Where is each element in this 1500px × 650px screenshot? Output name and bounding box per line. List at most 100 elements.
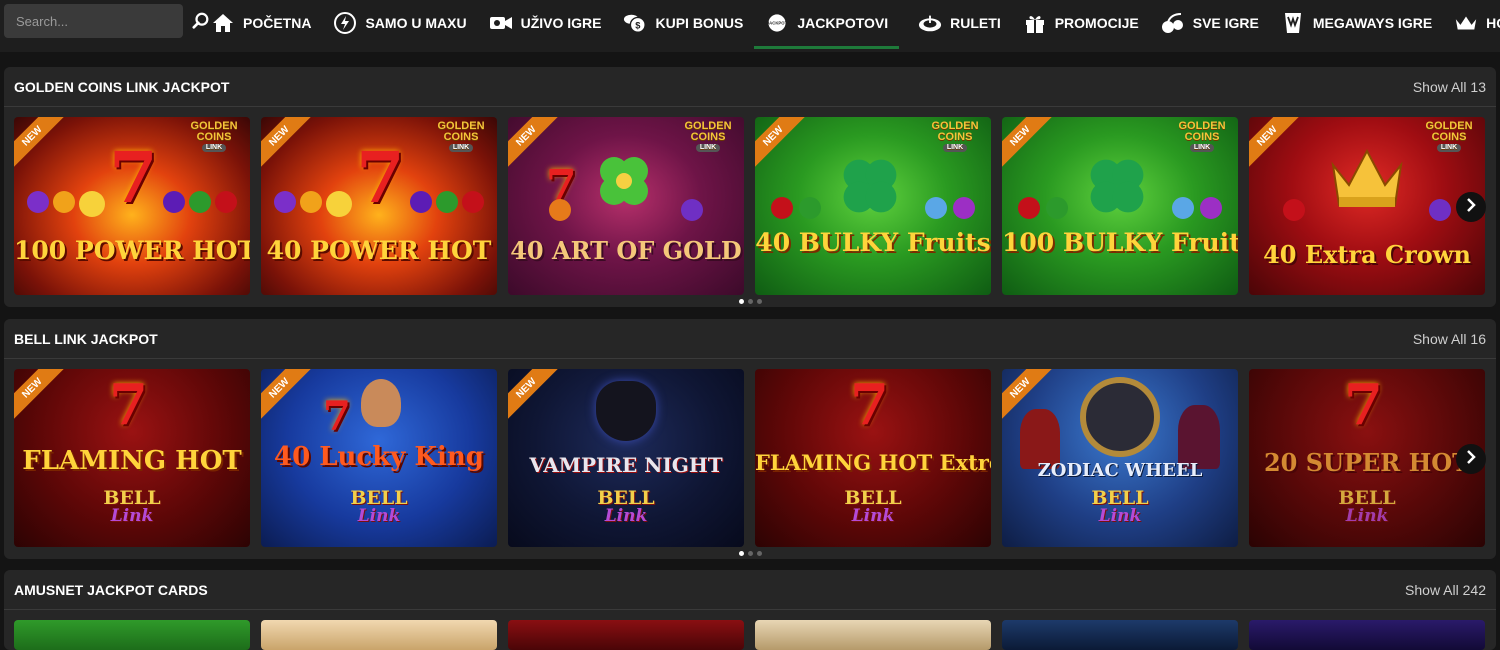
nav-item-hold[interactable]: HOLD (1443, 0, 1500, 46)
seven-symbol: 7 (323, 393, 351, 440)
game-card[interactable]: 7 40 ART OF GOLD NEW GOLDEN COINS LINK (508, 117, 744, 295)
golden-coins-logo: GOLDEN COINS LINK (931, 120, 979, 152)
pagination-dot[interactable] (738, 551, 744, 556)
cherry-icon (1161, 11, 1185, 35)
section-amusnet-jackpot-cards: AMUSNET JACKPOT CARDS Show All 242 (4, 570, 1496, 650)
game-title: 20 SUPER HOT (1263, 448, 1471, 477)
nav-item-ruleti[interactable]: RULETI (907, 0, 1012, 46)
golden-coins-logo: GOLDEN COINS LINK (1178, 120, 1226, 152)
game-card[interactable] (14, 620, 250, 650)
game-title: FLAMING HOT Extreme (755, 450, 991, 475)
pagination-dot[interactable] (747, 299, 753, 304)
golden-coins-logo: GOLDEN COINS LINK (684, 120, 732, 152)
nav-label: KUPI BONUS (655, 15, 744, 31)
section-bell-link-jackpot: BELL LINK JACKPOT Show All 16 7 FLAMING … (4, 319, 1496, 559)
fruit-symbols (755, 197, 991, 219)
fruit-symbols (1249, 199, 1485, 221)
game-card[interactable]: 7 FLAMING HOT Extreme BELLLink (755, 369, 991, 547)
fruit-symbols (14, 191, 250, 217)
nav-item-megaways-igre[interactable]: MEGAWAYS IGRE (1270, 0, 1443, 46)
fruit-symbols (1002, 197, 1238, 219)
nav-item-jackpotovi[interactable]: JACKPOT JACKPOTOVI (754, 0, 899, 49)
lightning-icon (333, 11, 357, 35)
game-title: 40 ART OF GOLD (510, 236, 742, 265)
show-all-link[interactable]: Show All 16 (1413, 331, 1486, 347)
bell-link-logo: BELL Link (1338, 487, 1396, 526)
pagination-dot[interactable] (738, 299, 744, 304)
carousel-pagination (4, 551, 1496, 556)
coins-icon: $ (623, 11, 647, 35)
game-title: 40 Lucky King (274, 442, 484, 472)
game-card[interactable]: 7 40 POWER HOT NEW GOLDEN COINS LINK (261, 117, 497, 295)
bell-link-logo: BELL Link (844, 487, 902, 526)
search-box (4, 4, 209, 38)
roulette-icon (918, 11, 942, 35)
game-card[interactable]: VAMPIRE NIGHT BELL Link NEW (508, 369, 744, 547)
game-title: 40 BULKY Fruits (755, 228, 991, 257)
game-card[interactable]: 7 100 POWER HOT NEW GOLDEN COINS LINK (14, 117, 250, 295)
megaways-icon (1281, 11, 1305, 35)
king-portrait (361, 379, 401, 427)
nav-label: SAMO U MAXU (365, 15, 467, 31)
game-card[interactable]: 40 Extra Crown NEW GOLDEN COINS LINK (1249, 117, 1485, 295)
seven-symbol: 7 (1344, 372, 1383, 438)
search-input[interactable] (4, 13, 192, 29)
nav-item-samo-u-maxu[interactable]: SAMO U MAXU (322, 0, 477, 46)
nav-label: MEGAWAYS IGRE (1312, 15, 1433, 31)
nav-label: JACKPOTOVI (797, 15, 889, 31)
game-carousel (14, 620, 1485, 650)
chevron-right-icon (1465, 197, 1477, 217)
seven-symbol: 7 (109, 372, 148, 438)
game-card[interactable] (261, 620, 497, 650)
bell-link-logo: BELL Link (1091, 487, 1149, 526)
section-header: GOLDEN COINS LINK JACKPOT Show All 13 (4, 67, 1496, 107)
game-card[interactable] (508, 620, 744, 650)
seven-symbol: 7 (850, 372, 889, 438)
nav-label: UŽIVO IGRE (520, 15, 602, 31)
bell-link-logo: BELL Link (350, 487, 408, 526)
show-all-link[interactable]: Show All 13 (1413, 79, 1486, 95)
game-title: FLAMING HOT (22, 446, 242, 476)
main-nav: POČETNA SAMO U MAXU UŽIVO IGRE $ KUPI BO… (200, 0, 1500, 49)
game-title: 40 Extra Crown (1263, 240, 1471, 269)
section-title: GOLDEN COINS LINK JACKPOT (14, 78, 230, 95)
pagination-dot[interactable] (747, 551, 753, 556)
game-card[interactable]: 40 BULKY Fruits NEW GOLDEN COINS LINK (755, 117, 991, 295)
crown-icon (1454, 11, 1478, 35)
game-card[interactable] (1002, 620, 1238, 650)
game-card[interactable]: 7 40 Lucky King BELL Link NEW (261, 369, 497, 547)
section-golden-coins-link-jackpot: GOLDEN COINS LINK JACKPOT Show All 13 7 … (4, 67, 1496, 307)
nav-item-promocije[interactable]: PROMOCIJE (1012, 0, 1150, 46)
nav-item-pocetna[interactable]: POČETNA (200, 0, 322, 46)
nav-item-uzivo-igre[interactable]: UŽIVO IGRE (478, 0, 613, 46)
fruit-symbols (508, 199, 744, 221)
game-title: 40 POWER HOT (266, 236, 492, 265)
golden-coins-logo: GOLDEN COINS LINK (1425, 120, 1473, 152)
gift-icon (1023, 11, 1047, 35)
game-carousel: 7 FLAMING HOT BELL Link NEW 7 40 Lucky Ki… (14, 369, 1485, 547)
carousel-pagination (4, 299, 1496, 304)
nav-label: POČETNA (243, 15, 312, 31)
game-title: 100 BULKY Fruits (1002, 228, 1238, 257)
game-card[interactable]: 7 FLAMING HOT BELL Link NEW (14, 369, 250, 547)
carousel-next-button[interactable] (1456, 444, 1486, 474)
nav-item-kupi-bonus[interactable]: $ KUPI BONUS (612, 0, 754, 46)
carousel-next-button[interactable] (1456, 192, 1486, 222)
home-icon (211, 11, 235, 35)
pagination-dot[interactable] (756, 299, 762, 304)
game-card[interactable] (1249, 620, 1485, 650)
nav-label: HOLD (1486, 15, 1500, 31)
game-card[interactable]: ZODIAC WHEEL BELL Link NEW (1002, 369, 1238, 547)
nav-item-sve-igre[interactable]: SVE IGRE (1150, 0, 1270, 46)
fruit-symbols (261, 191, 497, 217)
pagination-dot[interactable] (756, 551, 762, 556)
show-all-link[interactable]: Show All 242 (1405, 582, 1486, 598)
top-navigation-bar: POČETNA SAMO U MAXU UŽIVO IGRE $ KUPI BO… (0, 0, 1500, 52)
game-carousel: 7 100 POWER HOT NEW GOLDEN COINS LINK 7 4… (14, 117, 1485, 295)
nav-label: RULETI (950, 15, 1001, 31)
game-card[interactable]: 100 BULKY Fruits NEW GOLDEN COINS LINK (1002, 117, 1238, 295)
camera-icon (489, 11, 513, 35)
game-card[interactable] (755, 620, 991, 650)
zodiac-wheel-symbol (1080, 377, 1160, 457)
game-card[interactable]: 7 20 SUPER HOT BELL Link (1249, 369, 1485, 547)
